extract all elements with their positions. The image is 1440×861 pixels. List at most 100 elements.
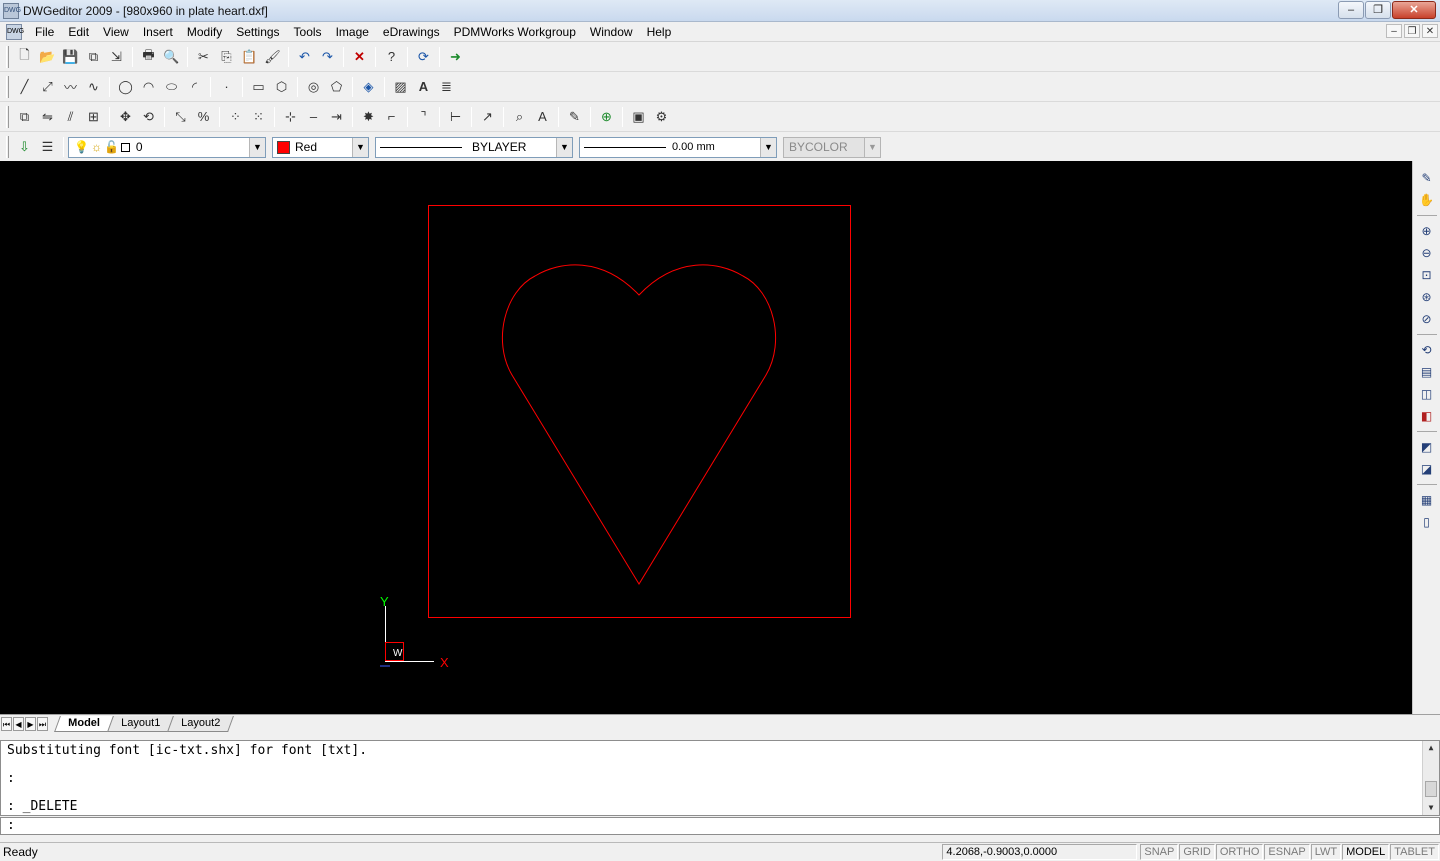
array-rect-icon[interactable]: ⁘ xyxy=(224,106,247,128)
polyline-icon[interactable]: 〰 xyxy=(59,76,82,98)
undo-icon[interactable]: ↶ xyxy=(293,46,316,68)
print-preview-icon[interactable]: 🔍 xyxy=(160,46,183,68)
drawing-svg[interactable]: Y X W xyxy=(0,161,1412,714)
circle-icon[interactable]: ◯ xyxy=(114,76,137,98)
toolbar-grip[interactable] xyxy=(6,75,9,98)
extend-icon[interactable]: ⇥ xyxy=(325,106,348,128)
render-icon[interactable]: ◧ xyxy=(1416,406,1438,426)
toolbar-grip[interactable] xyxy=(6,136,9,158)
cut-icon[interactable]: ✂ xyxy=(192,46,215,68)
zoom-previous-icon[interactable]: ⊘ xyxy=(1416,309,1438,329)
tab-layout2[interactable]: Layout2 xyxy=(167,715,235,732)
grid-toggle[interactable]: GRID xyxy=(1179,844,1215,860)
properties-icon[interactable]: ▯ xyxy=(1416,512,1438,532)
print-icon[interactable]: 🖶 xyxy=(137,46,160,68)
make-layer-current-icon[interactable]: ⇩ xyxy=(13,136,36,158)
layer-select[interactable]: 💡 ☼ 🔓 0 ▼ xyxy=(68,136,266,158)
maximize-button[interactable]: ❐ xyxy=(1365,1,1391,19)
array-icon[interactable]: ⊞ xyxy=(82,106,105,128)
multiline-text-icon[interactable]: ≣ xyxy=(435,76,458,98)
tab-model[interactable]: Model xyxy=(54,715,114,732)
zoom-in-icon[interactable]: ⊕ xyxy=(1416,221,1438,241)
first-tab-button[interactable]: ⏮ xyxy=(1,716,12,731)
ellipse-icon[interactable]: ⬭ xyxy=(160,76,183,98)
command-input[interactable]: : xyxy=(0,817,1440,835)
move-icon[interactable]: ✥ xyxy=(114,106,137,128)
scroll-thumb[interactable] xyxy=(1425,781,1437,797)
menu-tools[interactable]: Tools xyxy=(287,22,329,42)
chamfer-icon[interactable]: ⌝ xyxy=(412,106,435,128)
toolbar-grip[interactable] xyxy=(6,105,9,128)
block-properties-icon[interactable]: ▣ xyxy=(627,106,650,128)
zoom-realtime-icon[interactable]: ⊛ xyxy=(1416,287,1438,307)
text-icon[interactable]: A xyxy=(412,76,435,98)
doc-minimize-button[interactable]: – xyxy=(1386,24,1402,38)
hand-icon[interactable]: ✋ xyxy=(1416,190,1438,210)
break-icon[interactable]: ⊹ xyxy=(279,106,302,128)
drawing-canvas[interactable]: Y X W xyxy=(0,161,1412,714)
open-icon[interactable]: 📂 xyxy=(36,46,59,68)
view-named-icon[interactable]: ▤ xyxy=(1416,362,1438,382)
menu-settings[interactable]: Settings xyxy=(229,22,286,42)
menu-file[interactable]: File xyxy=(28,22,61,42)
polygon-icon[interactable]: ⬡ xyxy=(270,76,293,98)
point-icon[interactable]: · xyxy=(215,76,238,98)
orbit-icon[interactable]: ⟲ xyxy=(1416,340,1438,360)
menu-pdmworks[interactable]: PDMWorks Workgroup xyxy=(447,22,583,42)
menu-modify[interactable]: Modify xyxy=(180,22,229,42)
document-icon[interactable]: DWG xyxy=(6,23,24,40)
insert-block-icon[interactable]: ⊕ xyxy=(595,106,618,128)
heart-shape[interactable] xyxy=(501,264,777,585)
ray-icon[interactable]: ⤢ xyxy=(36,76,59,98)
chevron-down-icon[interactable]: ▼ xyxy=(249,137,265,157)
dimension-icon[interactable]: ⊢ xyxy=(444,106,467,128)
view-3d-icon[interactable]: ◫ xyxy=(1416,384,1438,404)
menu-insert[interactable]: Insert xyxy=(136,22,180,42)
save-icon[interactable]: 💾 xyxy=(59,46,82,68)
ortho-toggle[interactable]: ORTHO xyxy=(1215,844,1264,860)
doc-restore-button[interactable]: ❐ xyxy=(1404,24,1420,38)
linetype-select[interactable]: BYLAYER ▼ xyxy=(375,136,573,158)
spline-icon[interactable]: ∿ xyxy=(82,76,105,98)
mirror-icon[interactable]: ⇋ xyxy=(36,106,59,128)
stretch-icon[interactable]: % xyxy=(192,106,215,128)
attributes-icon[interactable]: ⚙ xyxy=(650,106,673,128)
pan-icon[interactable]: ✎ xyxy=(1416,168,1438,188)
history-scrollbar[interactable]: ▲ ▼ xyxy=(1422,741,1439,815)
save-all-icon[interactable]: ⧉ xyxy=(82,46,105,68)
scroll-up-icon[interactable]: ▲ xyxy=(1423,741,1439,755)
chevron-down-icon[interactable]: ▼ xyxy=(556,137,572,157)
last-tab-button[interactable]: ⏭ xyxy=(37,716,48,731)
menu-help[interactable]: Help xyxy=(640,22,679,42)
color-select[interactable]: Red ▼ xyxy=(272,136,369,158)
prev-tab-button[interactable]: ◀ xyxy=(13,716,24,731)
rotate-icon[interactable]: ⟲ xyxy=(137,106,160,128)
delete-icon[interactable]: ✕ xyxy=(348,46,371,68)
close-button[interactable]: ✕ xyxy=(1392,1,1436,19)
copy-entity-icon[interactable]: ⧉ xyxy=(13,106,36,128)
zoom-out-icon[interactable]: ⊖ xyxy=(1416,243,1438,263)
trim-icon[interactable]: – xyxy=(302,106,325,128)
region-icon[interactable]: ⬠ xyxy=(325,76,348,98)
paste-icon[interactable]: 📋 xyxy=(238,46,261,68)
lineweight-select[interactable]: 0.00 mm ▼ xyxy=(579,136,777,158)
tablet-toggle[interactable]: TABLET xyxy=(1390,844,1439,860)
hatch-icon[interactable]: ▨ xyxy=(389,76,412,98)
menu-view[interactable]: View xyxy=(96,22,136,42)
scroll-down-icon[interactable]: ▼ xyxy=(1423,801,1439,815)
arc-icon[interactable]: ◠ xyxy=(137,76,160,98)
next-tab-button[interactable]: ▶ xyxy=(25,716,36,731)
line-icon[interactable]: ╱ xyxy=(13,76,36,98)
menu-image[interactable]: Image xyxy=(329,22,376,42)
chevron-down-icon[interactable]: ▼ xyxy=(352,137,368,157)
lwt-toggle[interactable]: LWT xyxy=(1310,844,1342,860)
export-icon[interactable]: ⇲ xyxy=(105,46,128,68)
pencil-icon[interactable]: ✎ xyxy=(563,106,586,128)
explode-icon[interactable]: ✸ xyxy=(357,106,380,128)
refresh-icon[interactable]: ⟳ xyxy=(412,46,435,68)
array-polar-icon[interactable]: ⁙ xyxy=(247,106,270,128)
zoom-window-icon[interactable]: ⊡ xyxy=(1416,265,1438,285)
match-properties-icon[interactable]: 🖌 xyxy=(261,46,284,68)
donut-icon[interactable]: ◎ xyxy=(302,76,325,98)
model-toggle[interactable]: MODEL xyxy=(1342,844,1390,860)
